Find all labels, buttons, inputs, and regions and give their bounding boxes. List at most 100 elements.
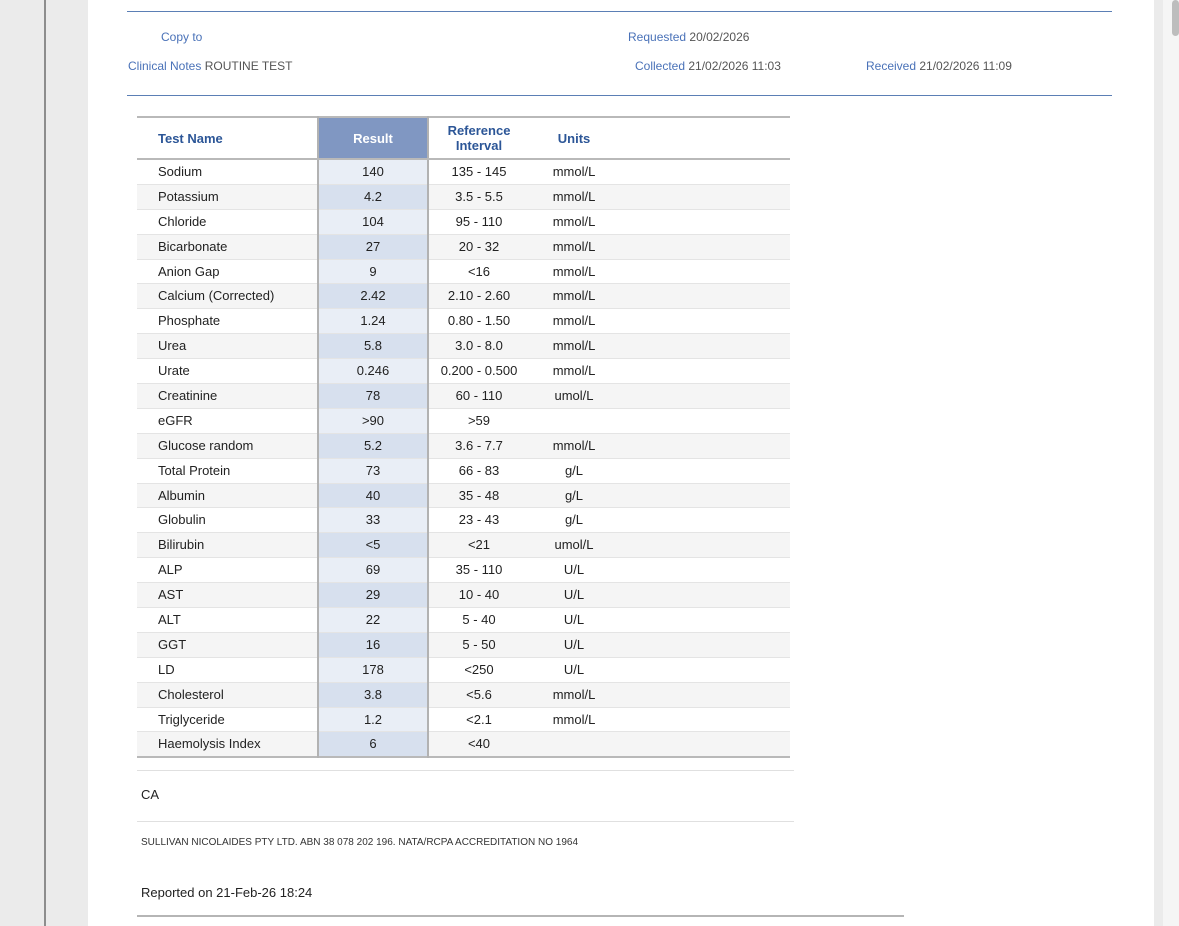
table-row: AST 29 10 - 40 U/L	[137, 582, 790, 609]
received-field: Received 21/02/2026 11:09	[866, 59, 1012, 73]
units-cell	[529, 408, 619, 434]
units-cell: mmol/L	[529, 358, 619, 385]
spacer-cell	[619, 184, 790, 210]
result-cell: 78	[317, 383, 429, 409]
table-row: Urea 5.8 3.0 - 8.0 mmol/L	[137, 333, 790, 360]
col-result: Result	[317, 117, 429, 160]
test-name-cell: Cholesterol	[137, 682, 318, 708]
units-cell: mmol/L	[529, 259, 619, 285]
table-row: Globulin 33 23 - 43 g/L	[137, 507, 790, 534]
table-row: Total Protein 73 66 - 83 g/L	[137, 458, 790, 484]
spacer-cell	[619, 408, 790, 434]
table-row: Potassium 4.2 3.5 - 5.5 mmol/L	[137, 184, 790, 210]
units-cell: mmol/L	[529, 283, 619, 310]
result-cell: 6	[317, 731, 429, 758]
table-row: Anion Gap 9 <16 mmol/L	[137, 259, 790, 285]
units-cell: g/L	[529, 458, 619, 484]
statement-divider	[137, 821, 794, 822]
test-name-cell: Globulin	[137, 507, 318, 534]
reference-cell: 10 - 40	[428, 582, 529, 609]
reference-cell: 23 - 43	[428, 507, 529, 534]
collected-field: Collected 21/02/2026 11:03	[635, 59, 781, 73]
footer-note: CA	[141, 787, 160, 802]
units-cell: U/L	[529, 632, 619, 658]
lab-statement: SULLIVAN NICOLAIDES PTY LTD. ABN 38 078 …	[141, 837, 579, 848]
spacer-cell	[619, 308, 790, 335]
reference-cell: <5.6	[428, 682, 529, 708]
result-cell: 73	[317, 458, 429, 484]
test-name-cell: Bicarbonate	[137, 234, 318, 260]
units-cell: mmol/L	[529, 308, 619, 335]
result-cell: <5	[317, 532, 429, 559]
units-cell: U/L	[529, 582, 619, 609]
header-top-divider	[127, 11, 1112, 12]
reported-on: Reported on 21-Feb-26 18:24	[141, 885, 313, 900]
clinical-notes-value: ROUTINE TEST	[204, 59, 293, 73]
table-row: Calcium (Corrected) 2.42 2.10 - 2.60 mmol/L	[137, 283, 790, 310]
result-cell: 5.8	[317, 333, 429, 360]
table-row: Urate 0.246 0.200 - 0.500 mmol/L	[137, 358, 790, 385]
col-reference-line1: Reference	[447, 123, 511, 138]
result-cell: 5.2	[317, 433, 429, 459]
reference-cell: 2.10 - 2.60	[428, 283, 529, 310]
spacer-cell	[619, 433, 790, 459]
spacer-cell	[619, 283, 790, 310]
table-row: Bilirubin <5 <21 umol/L	[137, 532, 790, 559]
table-row: Albumin 40 35 - 48 g/L	[137, 483, 790, 509]
clinical-notes-label: Clinical Notes	[128, 59, 202, 73]
requested-value: 20/02/2026	[689, 30, 750, 44]
spacer-cell	[619, 483, 790, 509]
result-cell: 69	[317, 557, 429, 584]
scrollbar-thumb[interactable]	[1172, 0, 1179, 36]
result-cell: 1.2	[317, 707, 429, 733]
test-name-cell: Sodium	[137, 159, 318, 185]
test-name-cell: Anion Gap	[137, 259, 318, 285]
result-cell: 0.246	[317, 358, 429, 385]
spacer-cell	[619, 657, 790, 683]
col-test-name: Test Name	[137, 117, 318, 160]
test-name-cell: Chloride	[137, 209, 318, 235]
table-row: Cholesterol 3.8 <5.6 mmol/L	[137, 682, 790, 708]
table-row: Glucose random 5.2 3.6 - 7.7 mmol/L	[137, 433, 790, 459]
test-name-cell: Bilirubin	[137, 532, 318, 559]
col-spacer	[619, 117, 790, 160]
units-cell: mmol/L	[529, 682, 619, 708]
reference-cell: <40	[428, 731, 529, 758]
units-cell: g/L	[529, 483, 619, 509]
result-cell: 1.24	[317, 308, 429, 335]
test-name-cell: AST	[137, 582, 318, 609]
spacer-cell	[619, 731, 790, 758]
units-cell: mmol/L	[529, 184, 619, 210]
spacer-cell	[619, 632, 790, 658]
spacer-cell	[619, 209, 790, 235]
reference-cell: <250	[428, 657, 529, 683]
reference-cell: 95 - 110	[428, 209, 529, 235]
test-name-cell: ALP	[137, 557, 318, 584]
table-row: LD 178 <250 U/L	[137, 657, 790, 683]
collected-label: Collected	[635, 59, 686, 73]
table-row: ALP 69 35 - 110 U/L	[137, 557, 790, 584]
test-name-cell: Glucose random	[137, 433, 318, 459]
spacer-cell	[619, 707, 790, 733]
collected-value: 21/02/2026 11:03	[688, 59, 781, 73]
scrollbar-track[interactable]	[1163, 0, 1179, 926]
units-cell: mmol/L	[529, 159, 619, 185]
table-row: GGT 16 5 - 50 U/L	[137, 632, 790, 658]
result-cell: 40	[317, 483, 429, 509]
units-cell: mmol/L	[529, 234, 619, 260]
units-cell: mmol/L	[529, 209, 619, 235]
spacer-cell	[619, 532, 790, 559]
table-row: Haemolysis Index 6 <40	[137, 731, 790, 758]
test-name-cell: Haemolysis Index	[137, 731, 318, 758]
table-row: ALT 22 5 - 40 U/L	[137, 607, 790, 633]
spacer-cell	[619, 682, 790, 708]
reference-cell: 5 - 40	[428, 607, 529, 633]
test-name-cell: ALT	[137, 607, 318, 633]
test-name-cell: Creatinine	[137, 383, 318, 409]
table-row: eGFR >90 >59	[137, 408, 790, 434]
reference-cell: 35 - 48	[428, 483, 529, 509]
result-cell: 2.42	[317, 283, 429, 310]
result-cell: 178	[317, 657, 429, 683]
reference-cell: 0.200 - 0.500	[428, 358, 529, 385]
reference-cell: 135 - 145	[428, 159, 529, 185]
